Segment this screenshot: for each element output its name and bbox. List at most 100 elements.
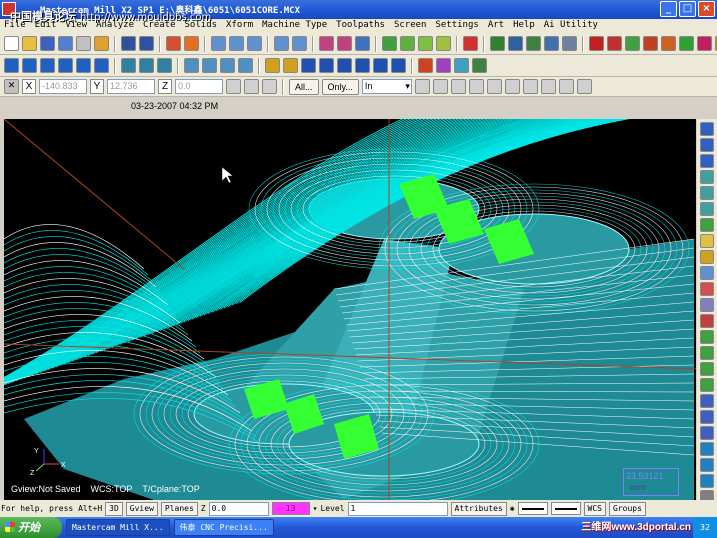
close-button[interactable]: × xyxy=(698,1,715,17)
y-coord-field[interactable]: 12.736 xyxy=(107,79,155,94)
view-top-icon[interactable] xyxy=(700,122,714,136)
surface-icon[interactable] xyxy=(265,58,280,73)
zoom-target-icon[interactable] xyxy=(247,36,262,51)
polygon-select-icon[interactable] xyxy=(450,79,466,94)
line-icon[interactable] xyxy=(22,58,37,73)
planes-button[interactable]: Planes xyxy=(160,501,198,516)
menu-ai-utility[interactable]: Ai Utility xyxy=(544,19,598,33)
arc-icon[interactable] xyxy=(40,58,55,73)
autocursor-icon[interactable] xyxy=(262,79,277,94)
toolpath-manager-icon[interactable] xyxy=(643,36,658,51)
taskbar-item-mastercam[interactable]: Mastercam Mill X... xyxy=(66,519,170,536)
rotate-icon[interactable] xyxy=(202,58,217,73)
cplane-icon[interactable] xyxy=(700,218,714,232)
zoom-out-icon[interactable] xyxy=(292,36,307,51)
zoom-window-icon[interactable] xyxy=(211,36,226,51)
shading-icon[interactable] xyxy=(700,298,714,312)
menu-screen[interactable]: Screen xyxy=(394,19,427,33)
solid-icon[interactable] xyxy=(283,58,298,73)
menu-settings[interactable]: Settings xyxy=(435,19,478,33)
multiaxis-icon[interactable] xyxy=(418,58,433,73)
join-icon[interactable] xyxy=(157,58,172,73)
redo-icon[interactable] xyxy=(139,36,154,51)
surface-tool-icon[interactable] xyxy=(700,458,714,472)
list-icon[interactable] xyxy=(544,36,559,51)
taskbar-item-cnc[interactable]: 伟泰 CNC Precisi... xyxy=(173,519,274,536)
maximize-button[interactable]: □ xyxy=(679,1,696,17)
measure-tool-icon[interactable] xyxy=(700,394,714,408)
top-view-icon[interactable] xyxy=(382,36,397,51)
menu-help[interactable]: Help xyxy=(513,19,535,33)
z-depth-field[interactable]: 0.0 xyxy=(208,501,269,516)
select-all-button[interactable]: All... xyxy=(289,78,319,95)
side-view-icon[interactable] xyxy=(418,36,433,51)
vector-select-icon[interactable] xyxy=(468,79,484,94)
machine-m-icon[interactable] xyxy=(607,36,622,51)
new-file-icon[interactable] xyxy=(4,36,19,51)
fast-point-icon[interactable] xyxy=(226,79,241,94)
minimize-button[interactable]: _ xyxy=(660,1,677,17)
wireframe-icon[interactable] xyxy=(436,58,451,73)
sketch-icon[interactable] xyxy=(700,314,714,328)
translate-icon[interactable] xyxy=(184,58,199,73)
pocket-icon[interactable] xyxy=(319,58,334,73)
menu-machine-type[interactable]: Machine Type xyxy=(262,19,327,33)
gview-button[interactable]: Gview xyxy=(125,501,158,516)
single-select-icon[interactable] xyxy=(504,79,520,94)
drill-icon[interactable] xyxy=(337,58,352,73)
rectangle-icon[interactable] xyxy=(76,58,91,73)
toolpath-group-icon[interactable] xyxy=(472,58,487,73)
select-only-button[interactable]: Only... xyxy=(321,78,359,95)
undo-icon[interactable] xyxy=(121,36,136,51)
arrow-icon[interactable] xyxy=(700,442,714,456)
verify-select-icon[interactable] xyxy=(540,79,556,94)
view-side-icon[interactable] xyxy=(700,154,714,168)
save-view-icon[interactable] xyxy=(508,36,523,51)
attributes-button[interactable]: Attributes xyxy=(450,501,507,516)
groups-button[interactable]: Groups xyxy=(609,501,646,516)
color-swatch[interactable]: 13 xyxy=(271,502,310,515)
mode-3d-button[interactable]: 3D xyxy=(105,501,123,516)
mirror-icon[interactable] xyxy=(220,58,235,73)
line-width-swatch[interactable] xyxy=(550,502,581,515)
front-view-icon[interactable] xyxy=(400,36,415,51)
zoom-in-icon[interactable] xyxy=(274,36,289,51)
tplane-icon[interactable] xyxy=(700,234,714,248)
save-icon[interactable] xyxy=(40,36,55,51)
cut-icon[interactable] xyxy=(166,36,181,51)
toolpath-render[interactable]: Y X Z xyxy=(4,119,696,500)
stock-icon[interactable] xyxy=(625,36,640,51)
save-as-icon[interactable] xyxy=(58,36,73,51)
end-selection-icon[interactable] xyxy=(576,79,592,94)
mill-icon[interactable] xyxy=(589,36,604,51)
contour-icon[interactable] xyxy=(301,58,316,73)
help-icon[interactable] xyxy=(94,36,109,51)
backplot-icon[interactable] xyxy=(679,36,694,51)
point-style-icon[interactable]: ✱ xyxy=(510,504,515,513)
layer-icon[interactable] xyxy=(700,266,714,280)
break-icon[interactable] xyxy=(139,58,154,73)
curve-tool-icon[interactable] xyxy=(700,378,714,392)
properties-icon[interactable] xyxy=(526,36,541,51)
gear-icon[interactable] xyxy=(700,410,714,424)
offset-icon[interactable] xyxy=(238,58,253,73)
regen-icon[interactable] xyxy=(337,36,352,51)
spline-icon[interactable] xyxy=(94,58,109,73)
repaint-icon[interactable] xyxy=(319,36,334,51)
wcs-icon[interactable] xyxy=(700,250,714,264)
fillet-icon[interactable] xyxy=(58,58,73,73)
selection-mode-select[interactable]: In xyxy=(361,79,412,94)
nothing-icon[interactable] xyxy=(558,79,574,94)
pen-icon[interactable] xyxy=(700,330,714,344)
x-coord-field[interactable]: -140.833 xyxy=(39,79,87,94)
view-front-icon[interactable] xyxy=(700,138,714,152)
planes-icon[interactable] xyxy=(463,36,478,51)
line-style-swatch[interactable] xyxy=(517,502,548,515)
calc-icon[interactable] xyxy=(562,36,577,51)
window-select-icon[interactable] xyxy=(432,79,448,94)
cancel-x-icon[interactable]: ✕ xyxy=(4,79,19,94)
surface-rough-icon[interactable] xyxy=(373,58,388,73)
chevron-down-icon[interactable]: ▾ xyxy=(313,504,318,513)
start-button[interactable]: 开始 xyxy=(0,517,62,538)
view-dynamic-icon[interactable] xyxy=(700,186,714,200)
